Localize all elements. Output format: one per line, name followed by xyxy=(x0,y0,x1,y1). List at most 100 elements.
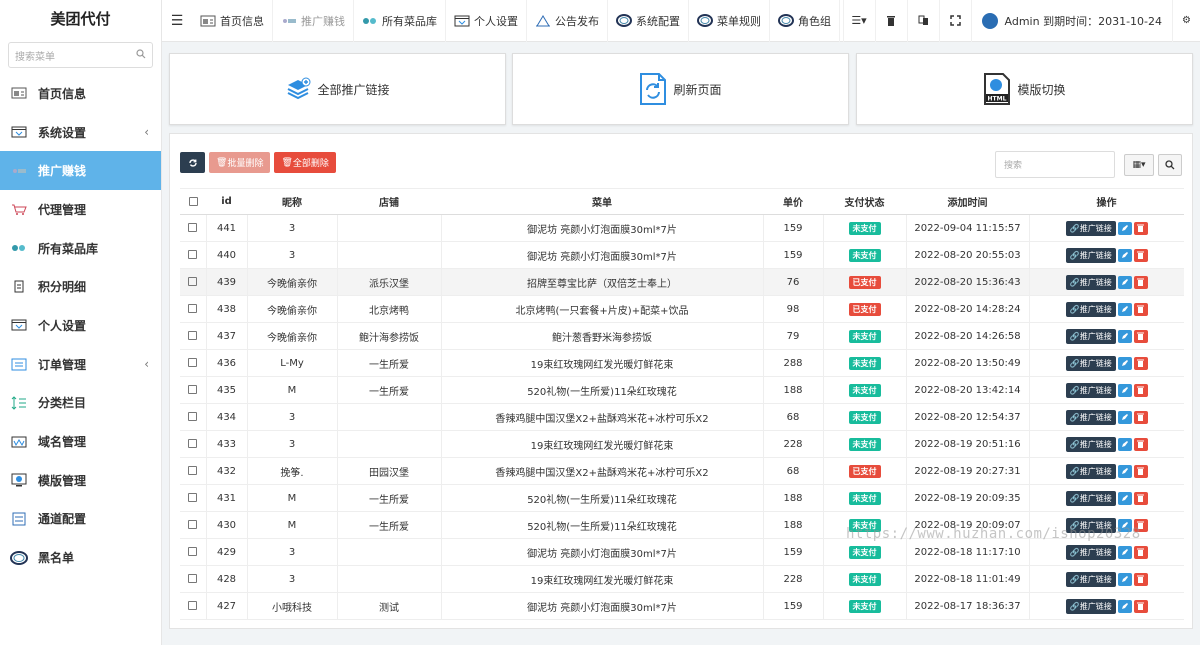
delete-button[interactable] xyxy=(1133,302,1148,316)
delete-button[interactable] xyxy=(1133,545,1148,559)
promo-link-button[interactable]: 🔗 推广链接 xyxy=(1065,247,1116,263)
promo-link-button[interactable]: 🔗 推广链接 xyxy=(1065,463,1116,479)
edit-button[interactable] xyxy=(1117,383,1132,397)
edit-button[interactable] xyxy=(1117,329,1132,343)
column-header[interactable]: 单价 xyxy=(763,188,823,215)
sidebar-item[interactable]: 通道配置 xyxy=(0,500,161,539)
delete-button[interactable] xyxy=(1133,599,1148,613)
table-row[interactable]: 428 3 19束红玫瑰网红发光暖灯鲜花束 228 未支付 2022-08-18 11:0… xyxy=(180,565,1184,593)
column-header[interactable]: 支付状态 xyxy=(823,188,906,215)
menu-search-input[interactable]: 搜索菜单 xyxy=(8,42,153,68)
row-checkbox[interactable] xyxy=(188,493,198,502)
top-nav-item[interactable]: 推广赚钱 xyxy=(273,0,354,42)
row-checkbox[interactable] xyxy=(188,601,198,610)
user-menu[interactable]: Admin 到期时间：2031-10-24 xyxy=(970,0,1172,42)
sidebar-item[interactable]: 订单管理 ‹ xyxy=(0,345,161,384)
promo-link-button[interactable]: 🔗 推广链接 xyxy=(1065,220,1116,236)
table-row[interactable]: 436 L-My 一生所爱 19束红玫瑰网红发光暖灯鲜花束 288 未支付 2022-08-… xyxy=(180,349,1184,377)
row-checkbox[interactable] xyxy=(188,412,198,421)
table-row[interactable]: 434 3 香辣鸡腿中国汉堡X2+盐酥鸡米花+冰柠可乐X2 68 未支付 2022-08-… xyxy=(180,403,1184,431)
edit-button[interactable] xyxy=(1117,491,1132,505)
edit-button[interactable] xyxy=(1117,464,1132,478)
sidebar-item[interactable]: 黑名单 xyxy=(0,538,161,577)
row-checkbox[interactable] xyxy=(188,574,198,583)
promo-link-button[interactable]: 🔗 推广链接 xyxy=(1065,436,1116,452)
card-refresh-page[interactable]: 刷新页面 xyxy=(512,53,849,125)
table-row[interactable]: 431 M 一生所爱 520礼物(一生所爱)11朵红玫瑰花 188 未支付 2022-08-… xyxy=(180,484,1184,512)
edit-button[interactable] xyxy=(1117,356,1132,370)
table-row[interactable]: 441 3 御泥坊 亮颜小灯泡面膜30ml*7片 159 未支付 2022-09-04 1… xyxy=(180,214,1184,242)
delete-button[interactable] xyxy=(1133,491,1148,505)
fullscreen-icon[interactable] xyxy=(938,0,971,42)
edit-button[interactable] xyxy=(1117,572,1132,586)
delete-button[interactable] xyxy=(1133,410,1148,424)
edit-button[interactable] xyxy=(1117,302,1132,316)
card-all-promo-links[interactable]: 全部推广链接 xyxy=(169,53,506,125)
row-checkbox[interactable] xyxy=(188,277,198,286)
table-row[interactable]: 435 M 一生所爱 520礼物(一生所爱)11朵红玫瑰花 188 未支付 2022-08-… xyxy=(180,376,1184,404)
delete-button[interactable] xyxy=(1133,275,1148,289)
top-nav-item[interactable]: 系统配置 xyxy=(608,0,689,42)
hamburger-menu-icon[interactable]: ☰ xyxy=(162,13,192,29)
sidebar-item[interactable]: 模版管理 xyxy=(0,461,161,500)
promo-link-button[interactable]: 🔗 推广链接 xyxy=(1065,328,1116,344)
promo-link-button[interactable]: 🔗 推广链接 xyxy=(1065,355,1116,371)
top-nav-item[interactable]: 所有菜品库 xyxy=(354,0,446,42)
top-nav-item[interactable]: 公告发布 xyxy=(527,0,608,42)
table-search-input[interactable]: 搜索 xyxy=(995,151,1115,178)
trash-icon[interactable] xyxy=(874,0,907,42)
top-nav-item[interactable]: 首页信息 xyxy=(192,0,273,42)
column-header[interactable]: 菜单 xyxy=(441,188,763,215)
list-dropdown-icon[interactable]: ☰▾ xyxy=(842,0,875,42)
table-row[interactable]: 432 挽筝. 田园汉堡 香辣鸡腿中国汉堡X2+盐酥鸡米花+冰柠可乐X2 68 已支付 20… xyxy=(180,457,1184,485)
sidebar-item[interactable]: 系统设置 ‹ xyxy=(0,113,161,152)
table-row[interactable]: 440 3 御泥坊 亮颜小灯泡面膜30ml*7片 159 未支付 2022-08-20 2… xyxy=(180,241,1184,269)
card-template-switch[interactable]: HTML 模版切换 xyxy=(856,53,1193,125)
row-checkbox[interactable] xyxy=(188,223,198,232)
settings-gear-icon[interactable]: ⚙ xyxy=(1172,0,1200,42)
language-icon[interactable] xyxy=(906,0,939,42)
refresh-button[interactable] xyxy=(180,152,205,173)
row-checkbox[interactable] xyxy=(188,358,198,367)
column-header[interactable]: id xyxy=(206,188,247,215)
promo-link-button[interactable]: 🔗 推广链接 xyxy=(1065,598,1116,614)
top-nav-item[interactable]: 角色组 xyxy=(770,0,840,42)
promo-link-button[interactable]: 🔗 推广链接 xyxy=(1065,301,1116,317)
promo-link-button[interactable]: 🔗 推广链接 xyxy=(1065,490,1116,506)
edit-button[interactable] xyxy=(1117,437,1132,451)
row-checkbox[interactable] xyxy=(188,385,198,394)
table-row[interactable]: 437 今晚偷亲你 鲍汁海参捞饭 鲍汁葱香野米海参捞饭 79 未支付 2022-08-20 … xyxy=(180,322,1184,350)
top-nav-item[interactable]: 个人设置 xyxy=(446,0,527,42)
columns-toggle-icon[interactable]: ▦▾ xyxy=(1124,153,1154,176)
row-checkbox[interactable] xyxy=(188,304,198,313)
row-checkbox[interactable] xyxy=(188,250,198,259)
promo-link-button[interactable]: 🔗 推广链接 xyxy=(1065,544,1116,560)
column-header[interactable]: 操作 xyxy=(1029,188,1184,215)
delete-button[interactable] xyxy=(1133,329,1148,343)
select-all-checkbox[interactable] xyxy=(188,196,198,206)
row-checkbox[interactable] xyxy=(188,520,198,529)
table-row[interactable]: 439 今晚偷亲你 派乐汉堡 招牌至尊宝比萨（双倍芝士奉上） 76 已支付 2022-08-… xyxy=(180,268,1184,296)
delete-button[interactable] xyxy=(1133,221,1148,235)
top-nav-item[interactable]: 菜单规则 xyxy=(689,0,770,42)
table-row[interactable]: 429 3 御泥坊 亮颜小灯泡面膜30ml*7片 159 未支付 2022-08-18 1… xyxy=(180,538,1184,566)
delete-button[interactable] xyxy=(1133,356,1148,370)
row-checkbox[interactable] xyxy=(188,331,198,340)
table-row[interactable]: 438 今晚偷亲你 北京烤鸭 北京烤鸭(一只套餐+片皮)+配菜+饮品 98 已支付 2022… xyxy=(180,295,1184,323)
column-header[interactable]: 昵称 xyxy=(247,188,337,215)
sidebar-item[interactable]: 域名管理 xyxy=(0,422,161,461)
sidebar-item[interactable]: 代理管理 xyxy=(0,190,161,229)
edit-button[interactable] xyxy=(1117,545,1132,559)
sidebar-item[interactable]: 推广赚钱 xyxy=(0,151,161,191)
table-row[interactable]: 433 3 19束红玫瑰网红发光暖灯鲜花束 228 未支付 2022-08-19 20:5… xyxy=(180,430,1184,458)
delete-button[interactable] xyxy=(1133,383,1148,397)
row-checkbox[interactable] xyxy=(188,466,198,475)
row-checkbox[interactable] xyxy=(188,547,198,556)
delete-button[interactable] xyxy=(1133,437,1148,451)
edit-button[interactable] xyxy=(1117,410,1132,424)
column-header[interactable]: 添加时间 xyxy=(906,188,1029,215)
column-header[interactable]: 店铺 xyxy=(337,188,441,215)
delete-all-button[interactable]: 🗑 全部删除 xyxy=(274,152,336,173)
sidebar-item[interactable]: 所有菜品库 xyxy=(0,229,161,268)
promo-link-button[interactable]: 🔗 推广链接 xyxy=(1065,382,1116,398)
